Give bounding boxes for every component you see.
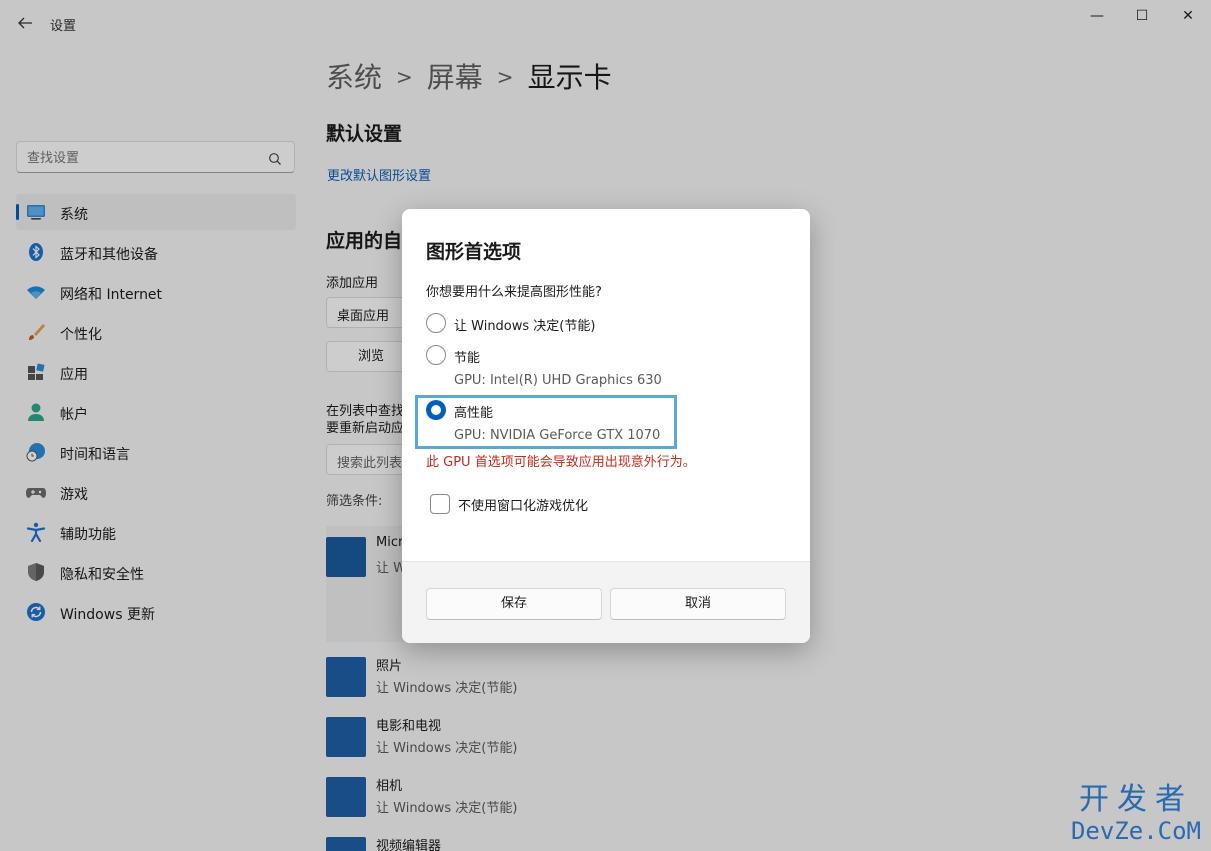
watermark-logo: 开发者 DevZe.CoM bbox=[1070, 782, 1201, 846]
save-button[interactable]: 保存 bbox=[426, 588, 602, 620]
graphics-preference-dialog: 图形首选项 你想要用什么来提高图形性能? 让 Windows 决定(节能) 节能… bbox=[402, 209, 810, 643]
option-high-performance-label[interactable]: 高性能 bbox=[454, 402, 493, 421]
cancel-button[interactable]: 取消 bbox=[610, 588, 786, 620]
disable-windowed-optimizations-label[interactable]: 不使用窗口化游戏优化 bbox=[458, 495, 588, 514]
settings-window: 设置 — ☐ ✕ 系统 蓝牙和其他设备 网络和 Internet bbox=[0, 0, 1211, 851]
dialog-question: 你想要用什么来提高图形性能? bbox=[426, 285, 602, 300]
radio-high-performance[interactable] bbox=[426, 400, 446, 420]
power-saving-gpu-name: GPU: Intel(R) UHD Graphics 630 bbox=[454, 373, 662, 388]
radio-let-windows-decide[interactable] bbox=[426, 313, 446, 333]
option-let-windows-decide-label[interactable]: 让 Windows 决定(节能) bbox=[454, 315, 595, 334]
option-power-saving-label[interactable]: 节能 bbox=[454, 347, 480, 366]
watermark-line1: 开发者 bbox=[1078, 782, 1193, 817]
radio-power-saving[interactable] bbox=[426, 345, 446, 365]
watermark-line2: DevZe.CoM bbox=[1070, 817, 1201, 845]
gpu-warning-text: 此 GPU 首选项可能会导致应用出现意外行为。 bbox=[426, 455, 696, 470]
dialog-title: 图形首选项 bbox=[426, 241, 522, 263]
disable-windowed-optimizations-checkbox[interactable] bbox=[430, 494, 450, 514]
high-performance-gpu-name: GPU: NVIDIA GeForce GTX 1070 bbox=[454, 428, 661, 443]
dialog-footer: 保存 取消 bbox=[402, 561, 810, 643]
